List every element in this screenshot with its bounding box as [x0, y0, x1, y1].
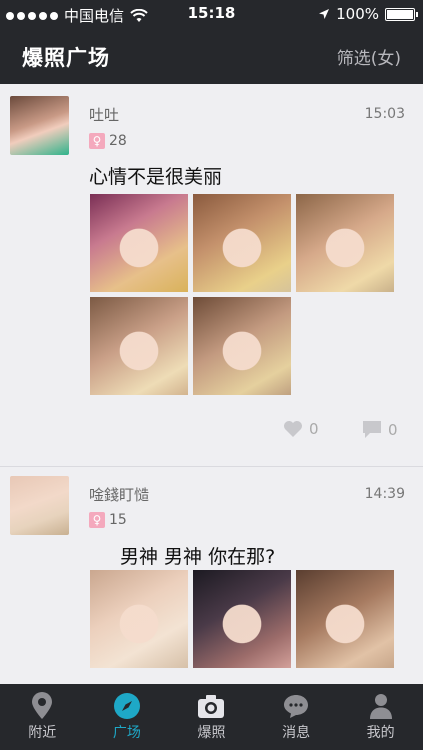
post-username[interactable]: 唫錢盯慥 — [89, 484, 149, 505]
post-text: 心情不是很美丽 — [89, 166, 223, 188]
avatar[interactable] — [10, 96, 69, 155]
post-photo[interactable] — [90, 194, 188, 292]
like-count: 0 — [309, 420, 319, 438]
avatar[interactable] — [10, 476, 69, 535]
page-title: 爆照广场 — [22, 46, 110, 70]
female-icon: ♀ — [89, 512, 105, 528]
post-photo[interactable] — [90, 297, 188, 395]
tab-label: 我的 — [366, 725, 395, 741]
camera-icon — [198, 695, 225, 718]
age-value: 28 — [109, 133, 127, 149]
post-time: 15:03 — [364, 106, 405, 122]
like-button[interactable]: 0 — [283, 420, 319, 438]
feed-list[interactable]: 吐吐 15:03 ♀ 28 心情不是很美丽 0 0 唫錢盯慥 14:39 ♀ 1… — [0, 84, 423, 684]
feed-post: 吐吐 15:03 ♀ 28 心情不是很美丽 0 0 — [0, 84, 423, 467]
post-photo[interactable] — [193, 570, 291, 668]
post-username[interactable]: 吐吐 — [89, 104, 119, 125]
post-photo[interactable] — [296, 194, 394, 292]
bottom-tab-bar: 附近 广场 爆照 消息 我的 — [0, 684, 423, 750]
status-bar: 中国电信 15:18 100% — [0, 0, 423, 28]
person-icon — [369, 694, 392, 719]
feed-post: 唫錢盯慥 14:39 ♀ 15 男神 男神 你在那? — [0, 468, 423, 684]
post-photo[interactable] — [193, 194, 291, 292]
tab-label: 消息 — [282, 725, 311, 741]
tab-square[interactable]: 广场 — [85, 684, 170, 750]
post-time: 14:39 — [364, 486, 405, 502]
filter-button[interactable]: 筛选(女) — [337, 44, 401, 69]
tab-label: 爆照 — [197, 725, 226, 741]
tab-photo[interactable]: 爆照 — [169, 684, 254, 750]
age-value: 15 — [109, 512, 127, 528]
comment-icon — [363, 421, 381, 438]
location-pin-icon — [32, 692, 53, 719]
post-photo[interactable] — [193, 297, 291, 395]
tab-messages[interactable]: 消息 — [254, 684, 339, 750]
location-arrow-icon — [319, 9, 330, 19]
comment-button[interactable]: 0 — [362, 420, 398, 439]
comment-count: 0 — [388, 420, 398, 439]
heart-icon — [284, 421, 302, 437]
tab-label: 广场 — [112, 725, 141, 741]
gender-age-badge: ♀ 28 — [89, 133, 127, 149]
post-photo[interactable] — [90, 570, 188, 668]
tab-label: 附近 — [28, 725, 57, 741]
top-header: 中国电信 15:18 100% 爆照广场 筛选(女) — [0, 0, 423, 84]
tab-nearby[interactable]: 附近 — [0, 684, 85, 750]
post-photo[interactable] — [296, 570, 394, 668]
compass-icon — [113, 693, 140, 719]
chat-bubble-icon — [284, 695, 309, 718]
female-icon: ♀ — [89, 133, 105, 149]
gender-age-badge: ♀ 15 — [89, 512, 127, 528]
tab-me[interactable]: 我的 — [338, 684, 423, 750]
post-text: 男神 男神 你在那? — [120, 546, 276, 568]
battery-icon — [385, 7, 418, 21]
battery-percent: 100% — [336, 5, 379, 23]
